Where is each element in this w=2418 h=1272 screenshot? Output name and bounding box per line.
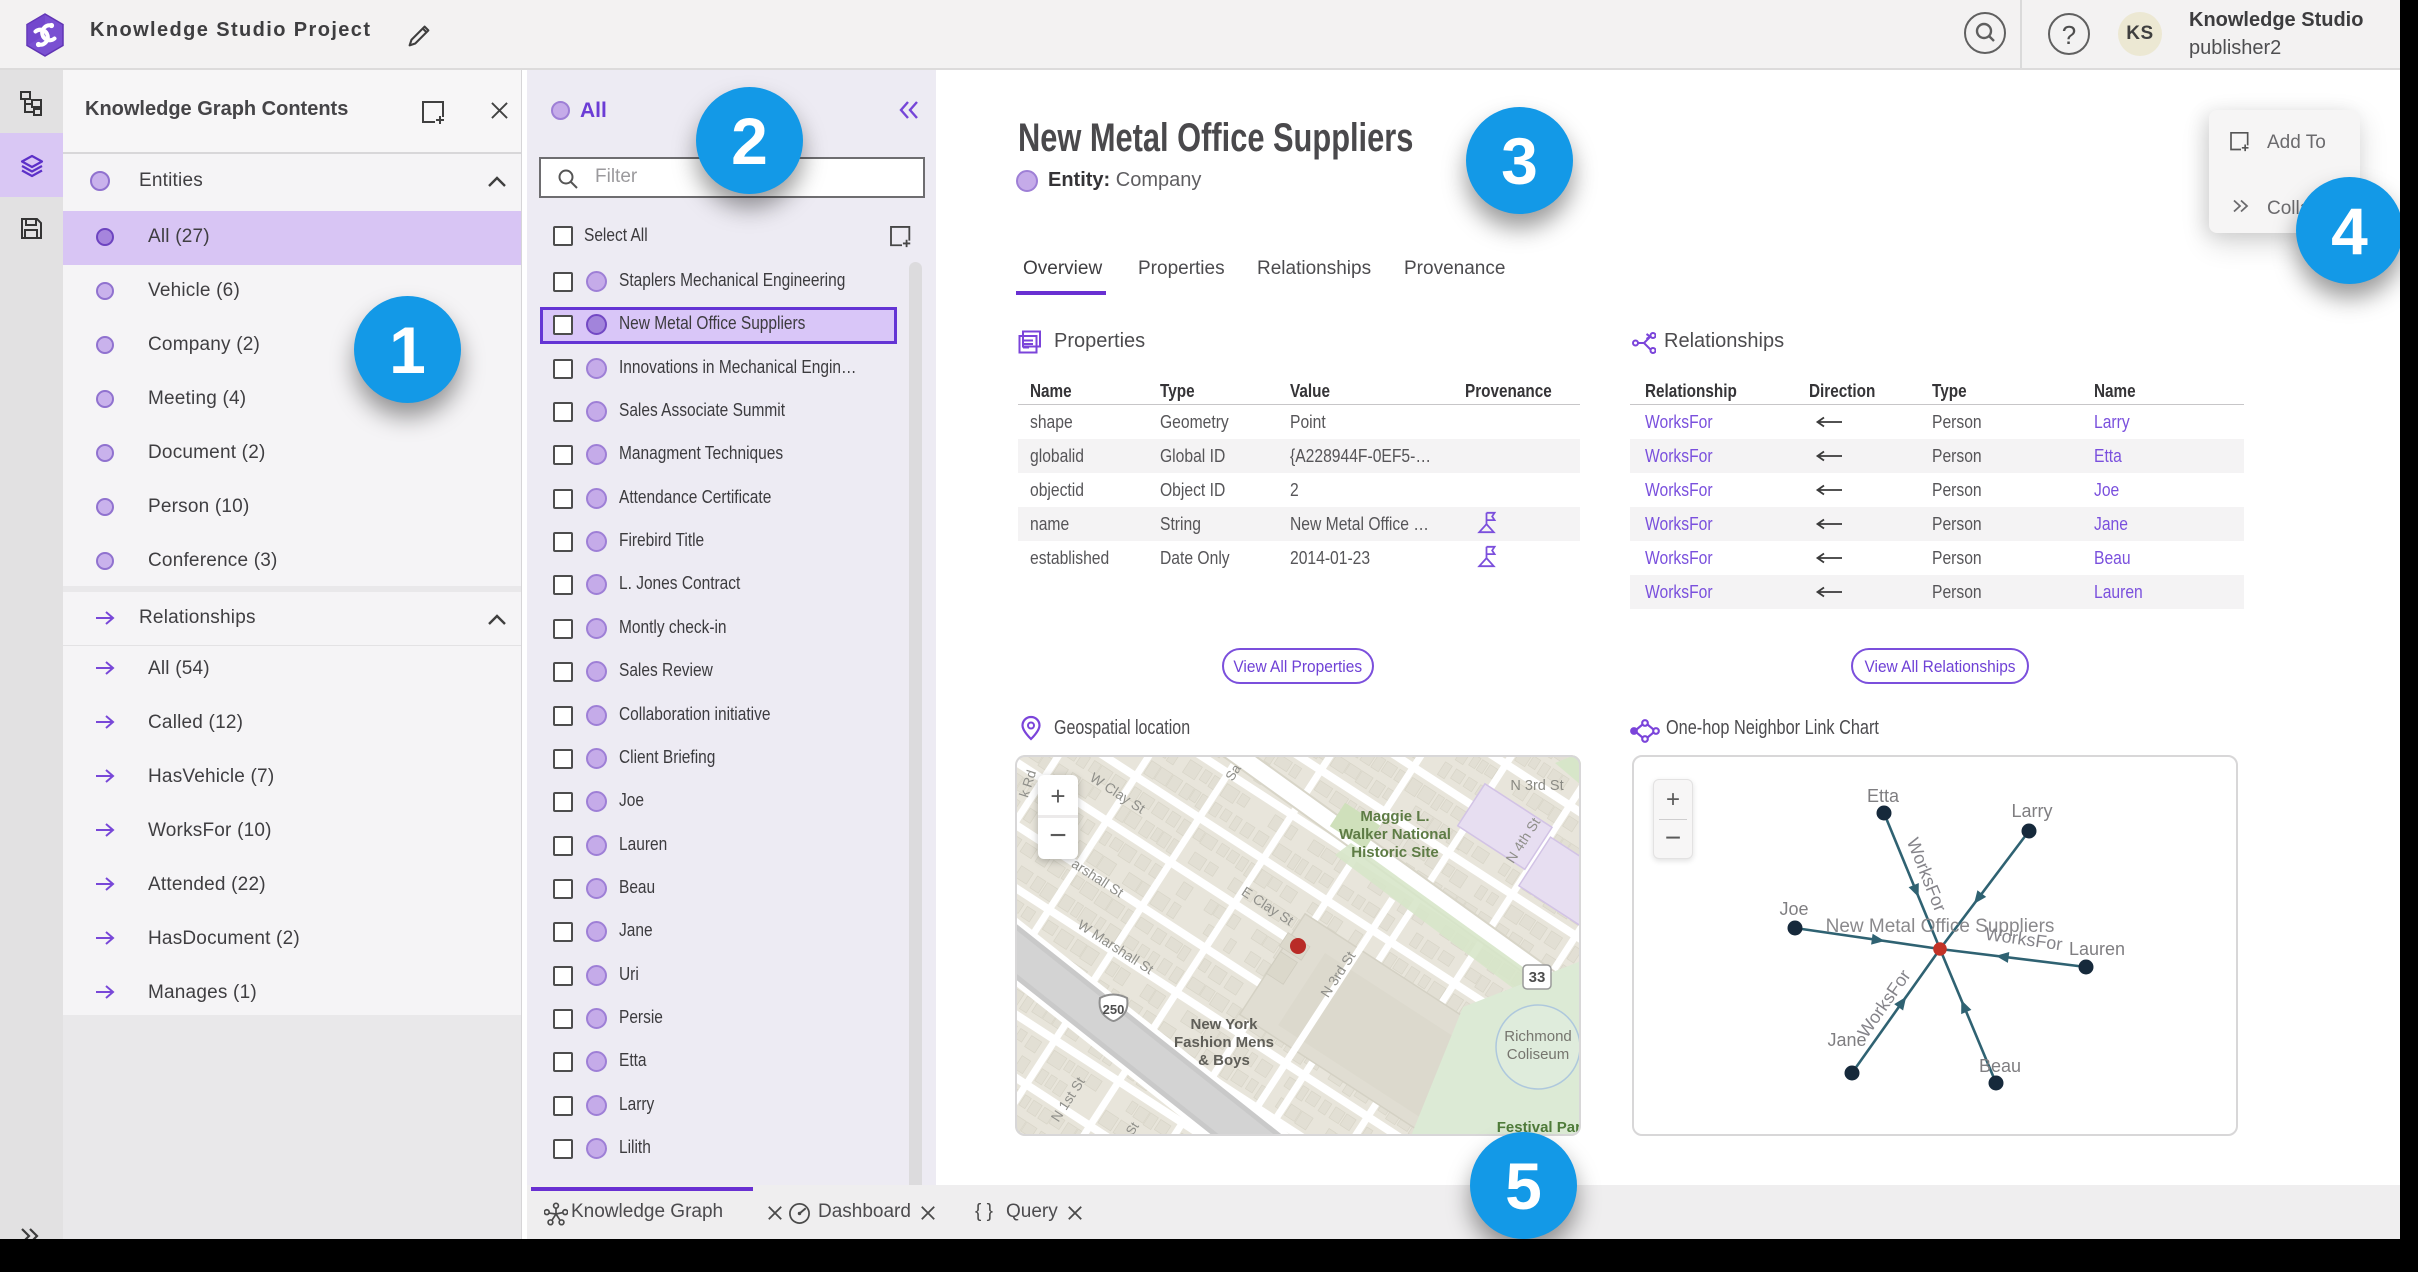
svg-text:New York: New York	[1191, 1016, 1259, 1033]
svg-text:Beau: Beau	[1979, 1056, 2021, 1076]
svg-text:Coliseum: Coliseum	[1507, 1046, 1570, 1063]
svg-text:& Boys: & Boys	[1198, 1052, 1250, 1069]
svg-text:Historic Site: Historic Site	[1351, 844, 1439, 861]
svg-text:Richmond: Richmond	[1504, 1028, 1572, 1045]
svg-text:N 3rd St: N 3rd St	[1510, 778, 1563, 794]
svg-text:33: 33	[1529, 969, 1546, 986]
svg-text:Etta: Etta	[1867, 786, 1900, 806]
svg-text:Walker National: Walker National	[1339, 826, 1451, 843]
svg-text:Fashion Mens: Fashion Mens	[1174, 1034, 1274, 1051]
svg-text:Lauren: Lauren	[2069, 939, 2125, 959]
svg-text:Joe: Joe	[1779, 899, 1808, 919]
svg-text:Larry: Larry	[2011, 801, 2052, 821]
svg-text:250: 250	[1103, 1002, 1125, 1017]
svg-text:Maggie L.: Maggie L.	[1360, 808, 1429, 825]
